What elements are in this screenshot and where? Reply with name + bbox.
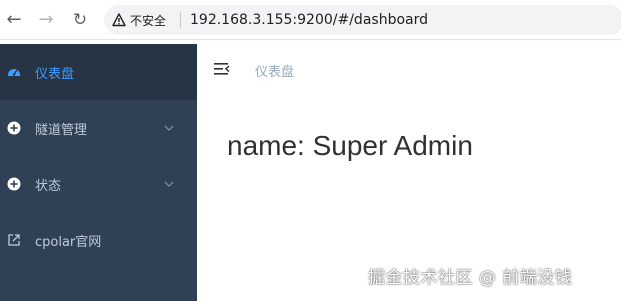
navbar: 仪表盘	[197, 44, 621, 94]
address-bar[interactable]: 不安全 192.168.3.155:9200/#/dashboard	[104, 5, 621, 35]
watermark-text: 掘金技术社区 @ 前端没钱	[368, 268, 573, 288]
sidebar-item-label: 状态	[35, 178, 62, 194]
back-arrow-icon[interactable]: ←	[4, 10, 24, 30]
warning-triangle-icon	[112, 13, 126, 27]
sidebar-item-status[interactable]: 状态	[0, 156, 197, 212]
security-label: 不安全	[130, 13, 167, 28]
sidebar-item-tunnel-management[interactable]: 隧道管理	[0, 100, 197, 156]
chevron-down-icon	[164, 125, 174, 131]
dashboard-username-text: name: Super Admin	[227, 130, 473, 161]
forward-arrow-icon[interactable]: →	[36, 10, 56, 30]
sidebar-item-dashboard[interactable]: 仪表盘	[0, 44, 197, 100]
chevron-down-icon	[164, 181, 174, 187]
plus-circle-icon	[7, 177, 21, 191]
sidebar-item-label: cpolar官网	[35, 234, 102, 250]
plus-circle-icon	[7, 121, 21, 135]
reload-icon[interactable]: ↻	[70, 10, 90, 30]
omnibox-divider	[180, 12, 181, 28]
sidebar-item-label: 仪表盘	[35, 66, 75, 82]
hamburger-menu-icon[interactable]	[212, 59, 232, 79]
security-indicator[interactable]: 不安全	[112, 11, 166, 29]
external-link-icon	[8, 234, 20, 246]
sidebar-item-cpolar-website[interactable]: cpolar官网	[0, 212, 197, 268]
sidebar: 仪表盘 隧道管理 状态 cpolar官网	[0, 44, 197, 301]
breadcrumb: 仪表盘	[255, 65, 295, 80]
dashboard-icon	[8, 69, 20, 76]
browser-toolbar: ← → ↻ 不安全 192.168.3.155:9200/#/dashboard	[0, 0, 621, 40]
url-text[interactable]: 192.168.3.155:9200/#/dashboard	[190, 11, 428, 29]
sidebar-item-label: 隧道管理	[35, 122, 88, 138]
